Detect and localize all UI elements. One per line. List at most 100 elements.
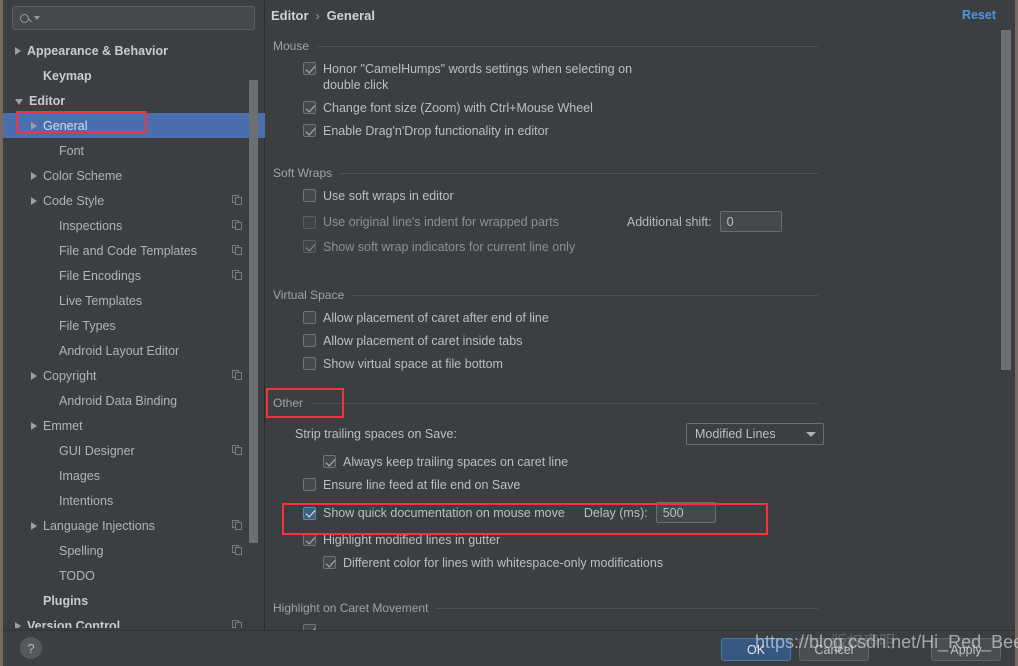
ok-button[interactable]: OK	[721, 638, 791, 661]
checkbox-label-use-soft-wraps: Use soft wraps in editor	[323, 189, 454, 203]
copy-settings-icon[interactable]	[232, 520, 243, 531]
group-mouse: Mouse Honor "CamelHumps" words settings …	[273, 38, 818, 139]
sidebar-item-inspections[interactable]: Inspections	[3, 213, 265, 238]
checkbox-row-highlight-modified-lines[interactable]: Highlight modified lines in gutter	[303, 532, 818, 548]
checkbox-camelhumps[interactable]	[303, 62, 316, 75]
checkbox-label-caret-after-eol: Allow placement of caret after end of li…	[323, 311, 549, 325]
sidebar-item-color-scheme[interactable]: Color Scheme	[3, 163, 265, 188]
sidebar-item-intentions[interactable]: Intentions	[3, 488, 265, 513]
settings-dialog: Appearance & Behavior Keymap Editor General…	[0, 0, 1018, 666]
sidebar-item-plugins[interactable]: Plugins	[3, 588, 265, 613]
group-divider	[311, 402, 818, 404]
chevron-right-icon[interactable]	[31, 121, 37, 130]
apply-button[interactable]: Apply	[931, 638, 1001, 661]
copy-settings-icon[interactable]	[232, 195, 243, 206]
sidebar-item-label: File and Code Templates	[59, 243, 198, 258]
sidebar-item-spelling[interactable]: Spelling	[3, 538, 265, 563]
group-other-title: Other	[273, 396, 304, 410]
checkbox-zoom-fontsize[interactable]	[303, 101, 316, 114]
copy-settings-icon[interactable]	[232, 220, 243, 231]
copy-settings-icon[interactable]	[232, 620, 243, 628]
sidebar-item-general[interactable]: General	[3, 113, 265, 138]
sidebar-item-label: Copyright	[43, 368, 97, 383]
sidebar-item-emmet[interactable]: Emmet	[3, 413, 265, 438]
chevron-right-icon[interactable]	[31, 371, 37, 380]
chevron-right-icon[interactable]	[31, 421, 37, 430]
chevron-right-icon[interactable]	[31, 521, 37, 530]
sidebar-item-label: Plugins	[43, 593, 89, 608]
copy-settings-icon[interactable]	[232, 545, 243, 556]
sidebar-scrollbar-track[interactable]	[249, 38, 261, 628]
checkbox-row-use-soft-wraps[interactable]: Use soft wraps in editor	[303, 188, 818, 204]
strip-trailing-value: Modified Lines	[695, 427, 776, 441]
sidebar-item-language-injections[interactable]: Language Injections	[3, 513, 265, 538]
sidebar-item-copyright[interactable]: Copyright	[3, 363, 265, 388]
checkbox-row-caret-after-eol[interactable]: Allow placement of caret after end of li…	[303, 310, 818, 326]
breadcrumb-separator-icon: ›	[315, 8, 320, 23]
checkbox-row-caret-inside-tabs[interactable]: Allow placement of caret inside tabs	[303, 333, 818, 349]
checkbox-label-ensure-line-feed: Ensure line feed at file end on Save	[323, 478, 521, 492]
checkbox-row-original-indent[interactable]: Use original line's indent for wrapped p…	[303, 211, 818, 232]
checkbox-row-keep-trailing-caret-line[interactable]: Always keep trailing spaces on caret lin…	[323, 454, 818, 470]
delay-label: Delay (ms):	[583, 505, 648, 520]
checkbox-row-zoom-fontsize[interactable]: Change font size (Zoom) with Ctrl+Mouse …	[303, 100, 818, 116]
cancel-button[interactable]: Cancel	[799, 638, 869, 661]
checkbox-soft-wrap-indicators	[303, 240, 316, 253]
chevron-right-icon[interactable]	[31, 196, 37, 205]
chevron-right-icon[interactable]	[31, 171, 37, 180]
sidebar-item-images[interactable]: Images	[3, 463, 265, 488]
sidebar-item-appearance-behavior[interactable]: Appearance & Behavior	[3, 38, 265, 63]
help-button[interactable]: ?	[20, 637, 42, 659]
checkbox-use-soft-wraps[interactable]	[303, 189, 316, 202]
sidebar-item-android-data-binding[interactable]: Android Data Binding	[3, 388, 265, 413]
content-scrollbar-thumb[interactable]	[1001, 30, 1011, 370]
checkbox-row-quick-doc[interactable]: Show quick documentation on mouse move D…	[303, 502, 818, 523]
checkbox-row-dragndrop[interactable]: Enable Drag'n'Drop functionality in edit…	[303, 123, 818, 139]
delay-input[interactable]: 500	[655, 502, 716, 523]
search-input[interactable]	[12, 6, 255, 30]
checkbox-row-whitespace-only-color[interactable]: Different color for lines with whitespac…	[323, 555, 818, 571]
copy-settings-icon[interactable]	[232, 370, 243, 381]
sidebar-item-file-and-code-templates[interactable]: File and Code Templates	[3, 238, 265, 263]
checkbox-keep-trailing-caret-line[interactable]	[323, 455, 336, 468]
checkbox-row-highlight-caret-partial[interactable]	[303, 623, 818, 630]
checkbox-highlight-modified-lines[interactable]	[303, 533, 316, 546]
chevron-right-icon[interactable]	[15, 621, 21, 628]
group-virtual-space-title: Virtual Space	[273, 288, 345, 302]
checkbox-caret-after-eol[interactable]	[303, 311, 316, 324]
sidebar-item-font[interactable]: Font	[3, 138, 265, 163]
group-divider	[317, 45, 818, 47]
sidebar-item-file-encodings[interactable]: File Encodings	[3, 263, 265, 288]
strip-trailing-select[interactable]: Modified Lines	[686, 423, 824, 445]
reset-link[interactable]: Reset	[962, 8, 996, 22]
sidebar-item-version-control[interactable]: Version Control	[3, 613, 265, 628]
sidebar-item-label: Font	[59, 143, 85, 158]
copy-settings-icon[interactable]	[232, 270, 243, 281]
checkbox-dragndrop[interactable]	[303, 124, 316, 137]
additional-shift-input[interactable]: 0	[719, 211, 782, 232]
checkbox-caret-inside-tabs[interactable]	[303, 334, 316, 347]
checkbox-row-soft-wrap-indicators[interactable]: Show soft wrap indicators for current li…	[303, 239, 818, 255]
sidebar-item-gui-designer[interactable]: GUI Designer	[3, 438, 265, 463]
sidebar-item-file-types[interactable]: File Types	[3, 313, 265, 338]
checkbox-virtual-space-bottom[interactable]	[303, 357, 316, 370]
checkbox-quick-doc[interactable]	[303, 506, 316, 520]
checkbox-row-camelhumps[interactable]: Honor "CamelHumps" words settings when s…	[303, 61, 818, 93]
copy-settings-icon[interactable]	[232, 245, 243, 256]
checkbox-row-ensure-line-feed[interactable]: Ensure line feed at file end on Save	[303, 477, 818, 493]
sidebar-item-editor[interactable]: Editor	[3, 88, 265, 113]
checkbox-whitespace-only-color[interactable]	[323, 556, 336, 569]
checkbox-ensure-line-feed[interactable]	[303, 478, 316, 491]
chevron-right-icon[interactable]	[15, 46, 21, 55]
checkbox-label-whitespace-only-color: Different color for lines with whitespac…	[343, 556, 664, 570]
sidebar-scrollbar-thumb[interactable]	[249, 80, 258, 543]
chevron-down-icon[interactable]	[15, 98, 23, 105]
sidebar-item-code-style[interactable]: Code Style	[3, 188, 265, 213]
sidebar-item-keymap[interactable]: Keymap	[3, 63, 265, 88]
copy-settings-icon[interactable]	[232, 445, 243, 456]
checkbox-row-virtual-space-bottom[interactable]: Show virtual space at file bottom	[303, 356, 818, 372]
sidebar-item-todo[interactable]: TODO	[3, 563, 265, 588]
breadcrumb-parent[interactable]: Editor	[271, 8, 309, 23]
sidebar-item-live-templates[interactable]: Live Templates	[3, 288, 265, 313]
sidebar-item-android-layout-editor[interactable]: Android Layout Editor	[3, 338, 265, 363]
